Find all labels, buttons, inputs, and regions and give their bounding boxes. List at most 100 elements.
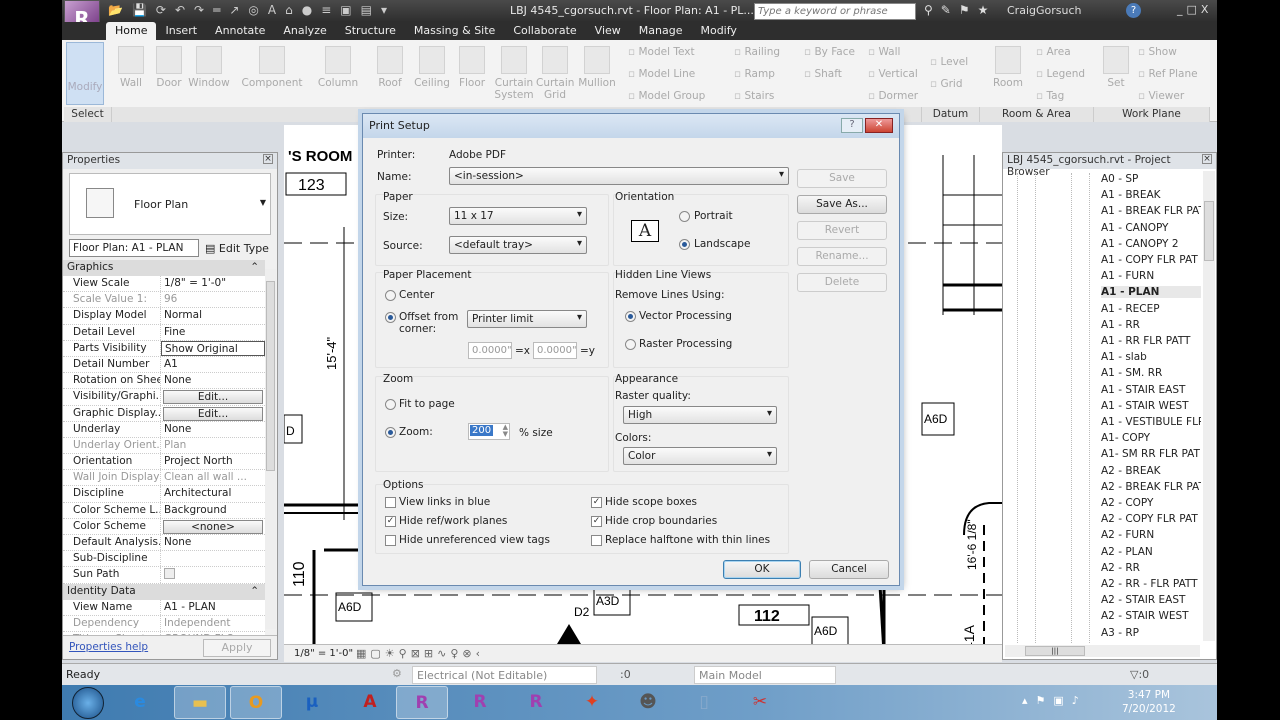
- property-value[interactable]: [161, 567, 265, 582]
- option-checkbox[interactable]: ✓: [591, 497, 602, 508]
- ref-plane-button[interactable]: Ref Plane: [1138, 68, 1197, 80]
- browser-view-item[interactable]: A2 - RR - FLR PATT: [1101, 578, 1201, 590]
- property-value[interactable]: Show Original: [161, 340, 265, 356]
- area-button[interactable]: Area: [1036, 46, 1070, 58]
- browser-view-item[interactable]: A2 - FURN: [1101, 529, 1201, 541]
- browser-view-item[interactable]: A1 - PLAN: [1101, 286, 1201, 299]
- undo-icon[interactable]: ↶: [175, 3, 185, 17]
- curtain-system-button[interactable]: Curtain System: [494, 42, 534, 101]
- browser-view-item[interactable]: A2 - BREAK: [1101, 465, 1201, 477]
- roof-button[interactable]: Roof: [374, 42, 406, 89]
- property-value[interactable]: Edit...: [161, 389, 265, 405]
- model-group-button[interactable]: Model Group: [628, 90, 705, 102]
- close-button[interactable]: ✕: [865, 118, 893, 133]
- help-button[interactable]: ?: [841, 118, 863, 133]
- tab-home[interactable]: Home: [106, 22, 157, 40]
- model-line-button[interactable]: Model Line: [628, 68, 695, 80]
- active-workset-dropdown[interactable]: Electrical (Not Editable): [412, 666, 597, 684]
- vertical-opening-button[interactable]: Vertical: [868, 68, 917, 80]
- grid-button[interactable]: Grid: [930, 78, 962, 90]
- open-icon[interactable]: 📂: [108, 3, 123, 17]
- spinner-arrows-icon[interactable]: ▲ ▼: [503, 424, 508, 438]
- zoom-spinner[interactable]: 200 ▲ ▼: [468, 423, 510, 440]
- landscape-radio[interactable]: [679, 239, 690, 250]
- door-button[interactable]: Door: [154, 42, 184, 89]
- property-edit-button[interactable]: Edit...: [163, 390, 263, 405]
- mu-app-icon[interactable]: μ: [286, 686, 338, 719]
- option-checkbox[interactable]: [385, 497, 396, 508]
- browser-scrollbar[interactable]: [1203, 171, 1215, 641]
- internet-explorer-icon[interactable]: e: [114, 686, 166, 719]
- revert-button[interactable]: Revert: [797, 221, 887, 240]
- tab-collaborate[interactable]: Collaborate: [504, 22, 585, 40]
- browser-view-item[interactable]: A2 - BREAK FLR PAT: [1101, 481, 1201, 493]
- by-face-button[interactable]: By Face: [804, 46, 855, 58]
- property-value[interactable]: [161, 551, 265, 566]
- stairs-button[interactable]: Stairs: [734, 90, 774, 102]
- outlook-icon[interactable]: O: [230, 686, 282, 719]
- wall-button[interactable]: Wall: [116, 42, 146, 89]
- property-value[interactable]: 1/8" = 1'-0": [161, 276, 265, 291]
- revit-architecture-icon[interactable]: R: [396, 686, 448, 719]
- option-checkbox[interactable]: ✓: [385, 516, 396, 527]
- browser-view-item[interactable]: A1 - COPY FLR PAT: [1101, 254, 1201, 266]
- tab-annotate[interactable]: Annotate: [206, 22, 274, 40]
- section-icon[interactable]: ●: [302, 3, 312, 17]
- close-hidden-icon[interactable]: ▣: [340, 3, 351, 17]
- view-scale-button[interactable]: 1/8" = 1'-0": [294, 648, 353, 659]
- source-dropdown[interactable]: <default tray>: [449, 236, 587, 254]
- browser-view-item[interactable]: A1 - FURN: [1101, 270, 1201, 282]
- filter-count[interactable]: ▽:0: [1130, 668, 1149, 681]
- browser-view-item[interactable]: A2 - STAIR WEST: [1101, 610, 1201, 622]
- browser-view-item[interactable]: A1 - CANOPY 2: [1101, 238, 1201, 250]
- autocad-icon[interactable]: A: [344, 686, 396, 719]
- revit-structure-icon[interactable]: R: [454, 686, 506, 719]
- browser-view-item[interactable]: A1 - RR FLR PATT: [1101, 335, 1201, 347]
- clock[interactable]: 3:47 PM 7/20/2012: [1122, 688, 1176, 716]
- tab-structure[interactable]: Structure: [336, 22, 405, 40]
- tab-analyze[interactable]: Analyze: [274, 22, 335, 40]
- property-value[interactable]: None: [161, 422, 265, 437]
- tab-insert[interactable]: Insert: [156, 22, 206, 40]
- mullion-button[interactable]: Mullion: [576, 42, 618, 89]
- center-radio[interactable]: [385, 290, 396, 301]
- close-icon[interactable]: ×: [263, 154, 273, 164]
- property-value[interactable]: Normal: [161, 308, 265, 323]
- browser-view-item[interactable]: A1 - RECEP: [1101, 303, 1201, 315]
- property-value[interactable]: <none>: [161, 519, 265, 534]
- browser-view-item[interactable]: A2 - COPY: [1101, 497, 1201, 509]
- notepad-icon[interactable]: ▯: [678, 686, 730, 719]
- property-value[interactable]: Architectural: [161, 486, 265, 501]
- edit-type-button[interactable]: ▤ Edit Type: [205, 242, 269, 255]
- browser-view-item[interactable]: A1 - VESTIBULE FLR: [1101, 416, 1201, 428]
- raster-quality-dropdown[interactable]: High: [623, 406, 777, 424]
- search-input[interactable]: Type a keyword or phrase: [754, 3, 916, 20]
- property-value[interactable]: A1: [161, 357, 265, 372]
- browser-view-item[interactable]: A1- COPY: [1101, 432, 1201, 444]
- subscription-icon[interactable]: ✎: [941, 3, 951, 17]
- cancel-button[interactable]: Cancel: [809, 560, 889, 579]
- editing-requests-count[interactable]: :0: [620, 668, 631, 681]
- size-dropdown[interactable]: 11 x 17: [449, 207, 587, 225]
- property-value[interactable]: None: [161, 535, 265, 550]
- property-value[interactable]: Independent: [161, 616, 265, 631]
- railing-button[interactable]: Railing: [734, 46, 780, 58]
- tab-manage[interactable]: Manage: [630, 22, 692, 40]
- type-selector[interactable]: Floor Plan ▼: [69, 173, 271, 235]
- property-value[interactable]: A1 - PLAN: [161, 600, 265, 615]
- thin-lines-icon[interactable]: ≡: [321, 3, 331, 17]
- apply-button[interactable]: Apply: [203, 639, 271, 657]
- text-icon[interactable]: A: [268, 3, 276, 17]
- option-checkbox[interactable]: ✓: [591, 516, 602, 527]
- sun-path-checkbox[interactable]: [164, 568, 175, 580]
- browser-horizontal-scrollbar[interactable]: |||: [1005, 645, 1200, 657]
- redo-icon[interactable]: ↷: [194, 3, 204, 17]
- colors-dropdown[interactable]: Color: [623, 447, 777, 465]
- offset-y-input[interactable]: 0.0000": [533, 342, 577, 359]
- property-value[interactable]: Fine: [161, 325, 265, 340]
- design-option-dropdown[interactable]: Main Model: [694, 666, 836, 684]
- panel-select[interactable]: Select: [64, 107, 112, 122]
- close-icon[interactable]: ×: [1202, 154, 1212, 164]
- level-button[interactable]: Level: [930, 56, 968, 68]
- help-icon[interactable]: ?: [1126, 3, 1141, 18]
